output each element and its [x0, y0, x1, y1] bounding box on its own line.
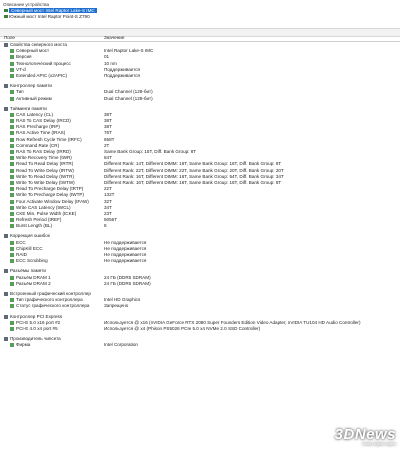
- watermark: 3DNews Daily Digital Digest: [334, 426, 396, 446]
- property-name: Статус графического контроллера: [16, 303, 90, 309]
- device-list-header: Описание устройства: [3, 2, 50, 7]
- property-icon: [10, 304, 14, 309]
- property-icon: [10, 174, 14, 179]
- property-icon: [10, 49, 14, 54]
- property-icon: [10, 61, 14, 66]
- property-name: Активный режим: [16, 95, 52, 101]
- group-icon: [4, 269, 8, 274]
- property-name: Фирма: [16, 342, 31, 348]
- property-value: Intel Corporation: [104, 342, 138, 348]
- property-icon: [10, 180, 14, 185]
- column-field[interactable]: Поле: [4, 35, 15, 41]
- property-icon: [10, 96, 14, 101]
- property-icon: [10, 259, 14, 264]
- device-item-label: Южный мост Intel Raptor Point-S Z790: [9, 14, 90, 19]
- property-icon: [10, 55, 14, 60]
- property-icon: [10, 67, 14, 72]
- property-icon: [10, 281, 14, 286]
- property-icon: [10, 156, 14, 161]
- device-item-label: Северный мост Intel Raptor Lake-S IMC: [9, 8, 97, 13]
- property-value: Поддерживается: [104, 72, 141, 78]
- group-icon: [4, 291, 8, 296]
- property-name: PCI-E 4.0 x4 port #5: [16, 325, 58, 331]
- property-icon: [10, 199, 14, 204]
- property-icon: [10, 131, 14, 136]
- property-icon: [10, 211, 14, 216]
- group-icon: [4, 84, 8, 89]
- property-icon: [10, 162, 14, 167]
- property-icon: [10, 253, 14, 257]
- property-row[interactable]: Статус графического контроллера Запрещено: [0, 303, 400, 309]
- property-icon: [10, 205, 14, 210]
- property-icon: [10, 240, 14, 245]
- device-list: Описание устройства Северный мост Intel …: [0, 0, 400, 20]
- properties-list: Свойства северного моста Северный мост Int…: [0, 42, 400, 348]
- property-value: Запрещено: [104, 303, 129, 309]
- property-value: Используется @ x4 (Phison PS5026 PCIe 5.…: [104, 325, 261, 331]
- property-row[interactable]: Фирма Intel Corporation: [0, 342, 400, 348]
- property-value: Не поддерживается: [104, 258, 147, 264]
- property-row[interactable]: Активный режим Dual Channel (128-бит): [0, 96, 400, 102]
- group-icon: [4, 234, 8, 239]
- property-icon: [10, 246, 14, 251]
- property-icon: [10, 320, 14, 325]
- property-icon: [10, 168, 14, 173]
- group-icon: [4, 337, 8, 342]
- device-item[interactable]: Южный мост Intel Raptor Point-S Z790: [3, 14, 397, 20]
- property-icon: [10, 187, 14, 192]
- property-icon: [10, 119, 14, 124]
- property-row[interactable]: ECC Scrubbing Не поддерживается: [0, 258, 400, 264]
- property-name: Разъём DRAM 2: [16, 280, 51, 286]
- property-name: Burst Length (BL): [16, 223, 53, 229]
- property-row[interactable]: PCI-E 4.0 x4 port #5 Используется @ x4 (P…: [0, 326, 400, 332]
- property-icon: [10, 298, 14, 303]
- property-row[interactable]: Разъём DRAM 2 24 ГБ (DDR5 SDRAM): [0, 281, 400, 287]
- property-icon: [10, 150, 14, 154]
- property-icon: [10, 125, 14, 130]
- property-name: Extended APIC (x2APIC): [16, 72, 68, 78]
- property-row[interactable]: Burst Length (BL) 8: [0, 223, 400, 229]
- property-icon: [10, 326, 14, 331]
- column-value[interactable]: Значение: [104, 35, 124, 41]
- property-icon: [10, 137, 14, 142]
- property-value: 24 ГБ (DDR5 SDRAM): [104, 280, 151, 286]
- property-value: 8: [104, 223, 107, 229]
- group-icon: [4, 43, 8, 47]
- property-icon: [10, 275, 14, 280]
- chip-icon: [4, 9, 8, 12]
- property-icon: [10, 73, 14, 78]
- property-icon: [10, 218, 14, 223]
- property-icon: [10, 224, 14, 229]
- property-row[interactable]: Extended APIC (x2APIC) Поддерживается: [0, 73, 400, 79]
- property-name: ECC Scrubbing: [16, 258, 48, 264]
- property-icon: [10, 90, 14, 95]
- chip-icon: [4, 15, 8, 18]
- property-icon: [10, 112, 14, 117]
- property-icon: [10, 143, 14, 148]
- property-value: Dual Channel (128-бит): [104, 95, 153, 101]
- column-header: Поле Значение: [0, 35, 400, 42]
- group-icon: [4, 314, 8, 319]
- property-icon: [10, 343, 14, 348]
- property-icon: [10, 193, 14, 198]
- group-icon: [4, 106, 8, 111]
